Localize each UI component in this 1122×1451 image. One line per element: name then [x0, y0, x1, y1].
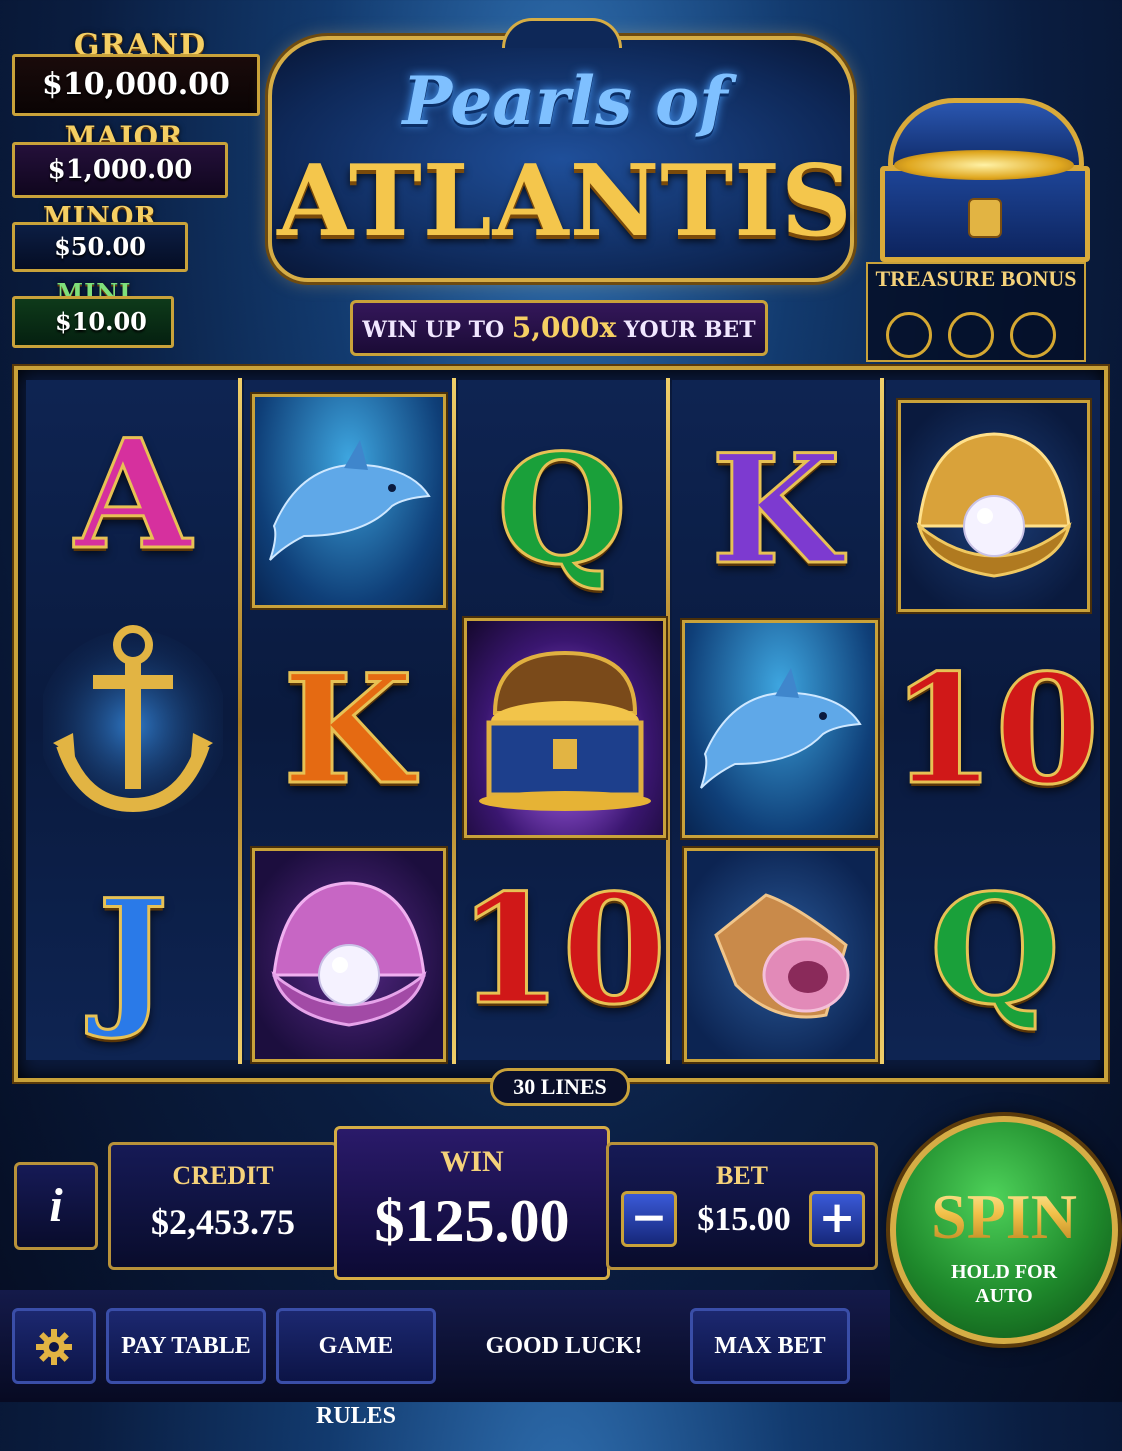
game-logo: Pearls of ATLANTIS — [268, 18, 854, 282]
symbol-k: K — [248, 630, 448, 830]
symbol-q: Q — [462, 410, 662, 610]
chest-gold — [894, 150, 1074, 180]
spin-button[interactable]: SPIN HOLD FOR AUTO — [890, 1116, 1118, 1344]
win-panel: WIN $125.00 — [334, 1126, 610, 1280]
treasure-chest-icon — [880, 98, 1100, 264]
dolphin-icon — [682, 620, 878, 838]
symbol-letter: Q — [495, 422, 629, 598]
win-value: $125.00 — [337, 1187, 607, 1256]
credit-value: $2,453.75 — [151, 1202, 295, 1242]
conch-svg — [714, 893, 850, 1019]
reel-divider — [452, 378, 456, 1064]
pearl-shell-icon — [252, 848, 446, 1062]
title-line-1: Pearls of — [402, 62, 728, 140]
pearl-shell-icon — [898, 400, 1090, 612]
gear-icon — [36, 1329, 72, 1365]
gold-shell-svg — [916, 432, 1072, 578]
symbol-a: A — [28, 400, 238, 590]
bet-increase-button[interactable]: + — [809, 1191, 865, 1247]
game-rules-button[interactable]: GAME RULES — [276, 1308, 436, 1429]
reel-divider — [880, 378, 884, 1064]
minor-value: $50.00 — [12, 222, 188, 272]
anchor-icon — [28, 610, 238, 830]
symbol-j: J — [28, 860, 238, 1050]
spin-sublabel: HOLD FOR AUTO — [950, 1261, 1058, 1307]
grand-value: $10,000.00 — [12, 54, 260, 116]
banner-amount: 5,000x — [511, 311, 617, 344]
reel-divider — [238, 378, 242, 1064]
major-value: $1,000.00 — [12, 142, 228, 198]
win-label: WIN — [440, 1145, 504, 1178]
settings-button[interactable] — [12, 1308, 96, 1384]
bet-decrease-button[interactable]: − — [621, 1191, 677, 1247]
bet-panel: BET − $15.00 + — [606, 1142, 878, 1270]
treasure-bonus-panel: TREASURE BONUS — [866, 262, 1086, 362]
max-win-banner: WIN UP TO 5,000x YOUR BET — [350, 300, 768, 356]
pay-table-button[interactable]: PAY TABLE — [106, 1308, 266, 1384]
banner-post: YOUR BET — [623, 317, 756, 343]
banner-pre: WIN UP TO — [362, 317, 505, 343]
symbol-letter: 10 — [456, 862, 668, 1038]
max-bet-button[interactable]: MAX BET — [690, 1308, 850, 1384]
logo-crown-ornament — [502, 18, 622, 48]
reel-area: A J K Q 10 K 10 Q — [14, 366, 1108, 1082]
conch-shell-icon — [684, 848, 878, 1062]
credit-panel: CREDIT $2,453.75 — [108, 1142, 338, 1270]
treasure-chest-symbol — [464, 618, 666, 838]
treasure-bonus-meter — [868, 296, 1084, 362]
symbol-letter: Q — [928, 862, 1062, 1038]
reel-divider — [666, 378, 670, 1064]
spin-label: SPIN — [896, 1180, 1112, 1254]
symbol-k: K — [676, 410, 876, 610]
symbol-letter: K — [709, 422, 842, 598]
credit-label: CREDIT — [172, 1161, 274, 1190]
bet-value: $15.00 — [697, 1201, 791, 1238]
treasure-bonus-label: TREASURE BONUS — [875, 266, 1077, 291]
symbol-10: 10 — [456, 850, 668, 1050]
chest-lock — [968, 198, 1002, 238]
dolphin-svg — [269, 440, 431, 561]
bonus-slot-3 — [1010, 312, 1056, 358]
bonus-slot-2 — [948, 312, 994, 358]
symbol-letter: A — [73, 407, 192, 583]
symbol-q: Q — [890, 850, 1100, 1050]
dolphin-svg — [700, 668, 862, 789]
mini-value: $10.00 — [12, 296, 174, 348]
symbol-letter: J — [96, 867, 170, 1043]
symbol-10: 10 — [889, 630, 1101, 830]
title-line-2: ATLANTIS — [277, 144, 853, 259]
bet-label: BET — [715, 1161, 769, 1190]
anchor-svg — [43, 625, 223, 820]
info-button[interactable]: i — [14, 1162, 98, 1250]
status-message: GOOD LUCK! — [485, 1333, 643, 1359]
symbol-letter: 10 — [889, 642, 1101, 818]
symbol-letter: K — [281, 642, 414, 818]
dolphin-icon — [252, 394, 446, 608]
lines-indicator: 30 LINES — [490, 1068, 630, 1106]
pearl-shell-svg — [271, 881, 427, 1027]
chest-svg — [479, 650, 651, 811]
bonus-slot-1 — [886, 312, 932, 358]
